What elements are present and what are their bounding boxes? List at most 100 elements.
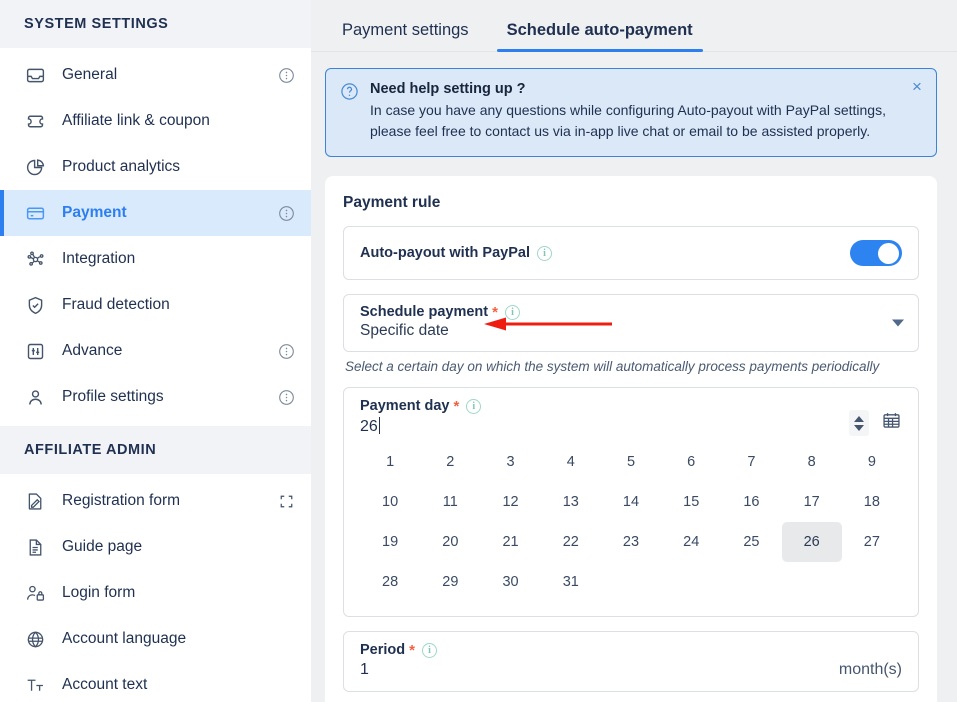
day-cell-5[interactable]: 5 (601, 442, 661, 482)
sidebar-item-login-form[interactable]: Login form (0, 570, 311, 616)
sidebar-item-payment[interactable]: Payment (0, 190, 311, 236)
info-icon[interactable]: i (537, 245, 552, 261)
info-icon[interactable]: i (466, 398, 482, 414)
sidebar-item-advance[interactable]: Advance (0, 328, 311, 374)
day-cell-3[interactable]: 3 (480, 442, 540, 482)
day-cell-8[interactable]: 8 (782, 442, 842, 482)
day-cell-12[interactable]: 12 (480, 482, 540, 522)
sidebar-item-affiliate-link-coupon[interactable]: Affiliate link & coupon (0, 98, 311, 144)
spinner-down-arrow[interactable] (854, 424, 864, 431)
sidebar-item-product-analytics[interactable]: Product analytics (0, 144, 311, 190)
day-cell-29[interactable]: 29 (420, 562, 480, 602)
day-cell-9[interactable]: 9 (842, 442, 902, 482)
day-cell-empty (661, 562, 721, 602)
expand-icon[interactable] (277, 492, 295, 510)
day-cell-27[interactable]: 27 (842, 522, 902, 562)
spinner-icon[interactable] (849, 410, 869, 436)
sidebar-item-account-text[interactable]: Account text (0, 662, 311, 702)
pie-chart-icon (24, 156, 46, 178)
calendar-icon[interactable] (881, 410, 902, 436)
period-input[interactable]: 1 (360, 661, 369, 679)
day-cell-14[interactable]: 14 (601, 482, 661, 522)
close-icon[interactable]: × (908, 77, 926, 95)
chevron-down-icon[interactable] (892, 319, 904, 327)
day-cell-11[interactable]: 11 (420, 482, 480, 522)
day-cell-21[interactable]: 21 (480, 522, 540, 562)
sidebar-item-profile-settings[interactable]: Profile settings (0, 374, 311, 420)
sidebar-item-account-language[interactable]: Account language (0, 616, 311, 662)
sidebar-item-label: Registration form (62, 492, 181, 509)
day-cell-13[interactable]: 13 (541, 482, 601, 522)
schedule-payment-select[interactable]: Schedule payment * i Specific date (343, 294, 919, 352)
sidebar-item-guide-page[interactable]: Guide page (0, 524, 311, 570)
day-cell-24[interactable]: 24 (661, 522, 721, 562)
tab-bar: Payment settings Schedule auto-payment (311, 0, 957, 52)
payment-day-input[interactable]: 26 (360, 417, 381, 436)
sidebar-item-label: General (62, 66, 118, 83)
period-label: Period (360, 642, 406, 658)
inbox-icon (24, 64, 46, 86)
more-vertical-icon[interactable] (277, 204, 295, 222)
document-icon (24, 536, 46, 558)
day-cell-28[interactable]: 28 (360, 562, 420, 602)
day-cell-1[interactable]: 1 (360, 442, 420, 482)
sidebar-group-affiliate-admin: Registration form Guide page Login form (0, 474, 311, 702)
sidebar-item-integration[interactable]: Integration (0, 236, 311, 282)
day-cell-18[interactable]: 18 (842, 482, 902, 522)
more-vertical-icon[interactable] (277, 342, 295, 360)
day-cell-15[interactable]: 15 (661, 482, 721, 522)
sliders-icon (24, 340, 46, 362)
day-cell-30[interactable]: 30 (480, 562, 540, 602)
day-cell-19[interactable]: 19 (360, 522, 420, 562)
sidebar-group-system-settings: General Affiliate link & coupon Product … (0, 48, 311, 426)
user-icon (24, 386, 46, 408)
day-cell-6[interactable]: 6 (661, 442, 721, 482)
day-cell-4[interactable]: 4 (541, 442, 601, 482)
required-mark: * (492, 303, 498, 321)
day-cell-empty (842, 562, 902, 602)
spinner-up-arrow[interactable] (854, 415, 864, 422)
ticket-icon (24, 110, 46, 132)
user-lock-icon (24, 582, 46, 604)
payment-day-label-block: Payment day * i 26 (360, 398, 482, 436)
more-vertical-icon[interactable] (277, 66, 295, 84)
day-cell-17[interactable]: 17 (782, 482, 842, 522)
day-cell-22[interactable]: 22 (541, 522, 601, 562)
day-cell-23[interactable]: 23 (601, 522, 661, 562)
day-cell-31[interactable]: 31 (541, 562, 601, 602)
sidebar-item-fraud-detection[interactable]: Fraud detection (0, 282, 311, 328)
more-vertical-icon[interactable] (277, 388, 295, 406)
sidebar-item-registration-form[interactable]: Registration form (0, 478, 311, 524)
payment-day-label: Payment day (360, 398, 450, 414)
sidebar-section-title-system-settings: SYSTEM SETTINGS (0, 0, 311, 48)
sidebar-item-trailing-empty (277, 296, 295, 314)
auto-payout-toggle[interactable] (850, 240, 902, 266)
sidebar-item-trailing-empty (277, 158, 295, 176)
day-cell-16[interactable]: 16 (721, 482, 781, 522)
tab-payment-settings[interactable]: Payment settings (332, 21, 479, 51)
day-cell-empty (721, 562, 781, 602)
sidebar-item-label: Fraud detection (62, 296, 170, 313)
app-root: SYSTEM SETTINGS General Affiliate link &… (0, 0, 957, 702)
sidebar: SYSTEM SETTINGS General Affiliate link &… (0, 0, 311, 702)
sidebar-item-trailing-empty (277, 112, 295, 130)
day-cell-26[interactable]: 26 (781, 522, 842, 562)
day-cell-empty (782, 562, 842, 602)
day-cell-20[interactable]: 20 (420, 522, 480, 562)
help-banner-line-2: please feel free to contact us via in-ap… (370, 123, 871, 139)
info-icon[interactable]: i (504, 304, 520, 320)
required-mark: * (409, 641, 415, 659)
payment-day-label-wrap: Payment day * i (360, 398, 482, 414)
tab-schedule-auto-payment[interactable]: Schedule auto-payment (496, 21, 703, 52)
day-cell-7[interactable]: 7 (721, 442, 781, 482)
day-cell-25[interactable]: 25 (721, 522, 781, 562)
day-cell-2[interactable]: 2 (420, 442, 480, 482)
info-icon[interactable]: i (421, 642, 437, 658)
sidebar-item-general[interactable]: General (0, 52, 311, 98)
nodes-icon (24, 248, 46, 270)
sidebar-item-trailing-empty (277, 676, 295, 694)
period-row: 1 month(s) (360, 658, 902, 679)
sidebar-item-label: Account language (62, 630, 187, 647)
day-cell-10[interactable]: 10 (360, 482, 420, 522)
schedule-payment-label: Schedule payment (360, 304, 489, 320)
